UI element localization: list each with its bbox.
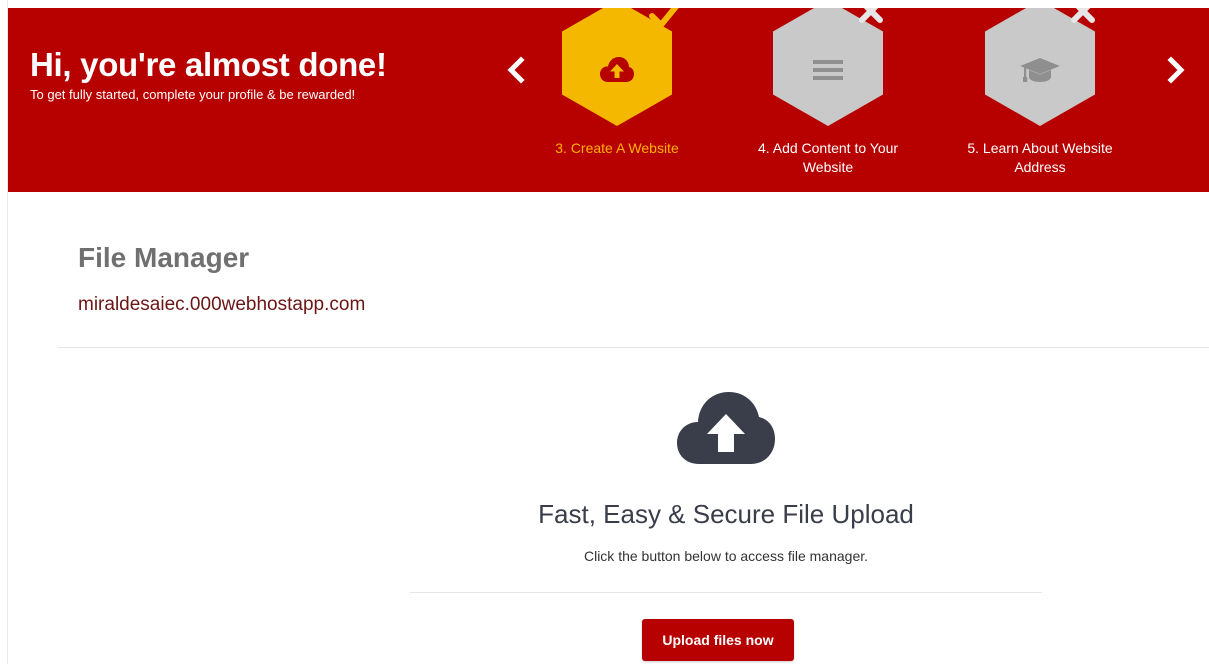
banner-subtitle: To get fully started, complete your prof…: [30, 87, 356, 102]
divider: [410, 592, 1042, 593]
step-label: 4. Add Content to Your Website: [757, 140, 899, 175]
cloud-upload-icon: [677, 392, 775, 464]
cloud-upload-icon: [562, 53, 672, 87]
step-label: 3. Create A Website: [555, 140, 679, 156]
step-create-website[interactable]: 3. Create A Website: [527, 8, 707, 192]
upload-description: Click the button below to access file ma…: [583, 548, 869, 564]
step-add-content[interactable]: 4. Add Content to Your Website: [738, 8, 918, 192]
divider: [58, 347, 1209, 348]
graduation-cap-icon: [985, 53, 1095, 87]
upload-files-button[interactable]: Upload files now: [642, 619, 794, 661]
close-icon: [1071, 8, 1095, 23]
check-icon: [649, 8, 679, 28]
left-edge: [0, 0, 8, 664]
next-step-button[interactable]: [1163, 52, 1189, 88]
close-icon: [859, 8, 883, 23]
chevron-left-icon: [507, 56, 525, 84]
banner-title: Hi, you're almost done!: [30, 46, 387, 83]
chevron-right-icon: [1167, 56, 1185, 84]
step-label: 5. Learn About Website Address: [967, 140, 1113, 175]
page-header: File Manager: [78, 238, 249, 278]
previous-step-button[interactable]: [503, 52, 529, 88]
domain-name: miraldesaiec.000webhostapp.com: [78, 294, 366, 315]
page-title: File Manager: [78, 242, 250, 273]
upload-title: Fast, Easy & Secure File Upload: [538, 499, 914, 529]
onboarding-banner: Hi, you're almost done! To get fully sta…: [8, 8, 1209, 192]
step-learn-address[interactable]: 5. Learn About Website Address: [950, 8, 1130, 192]
menu-lines-icon: [773, 53, 883, 87]
